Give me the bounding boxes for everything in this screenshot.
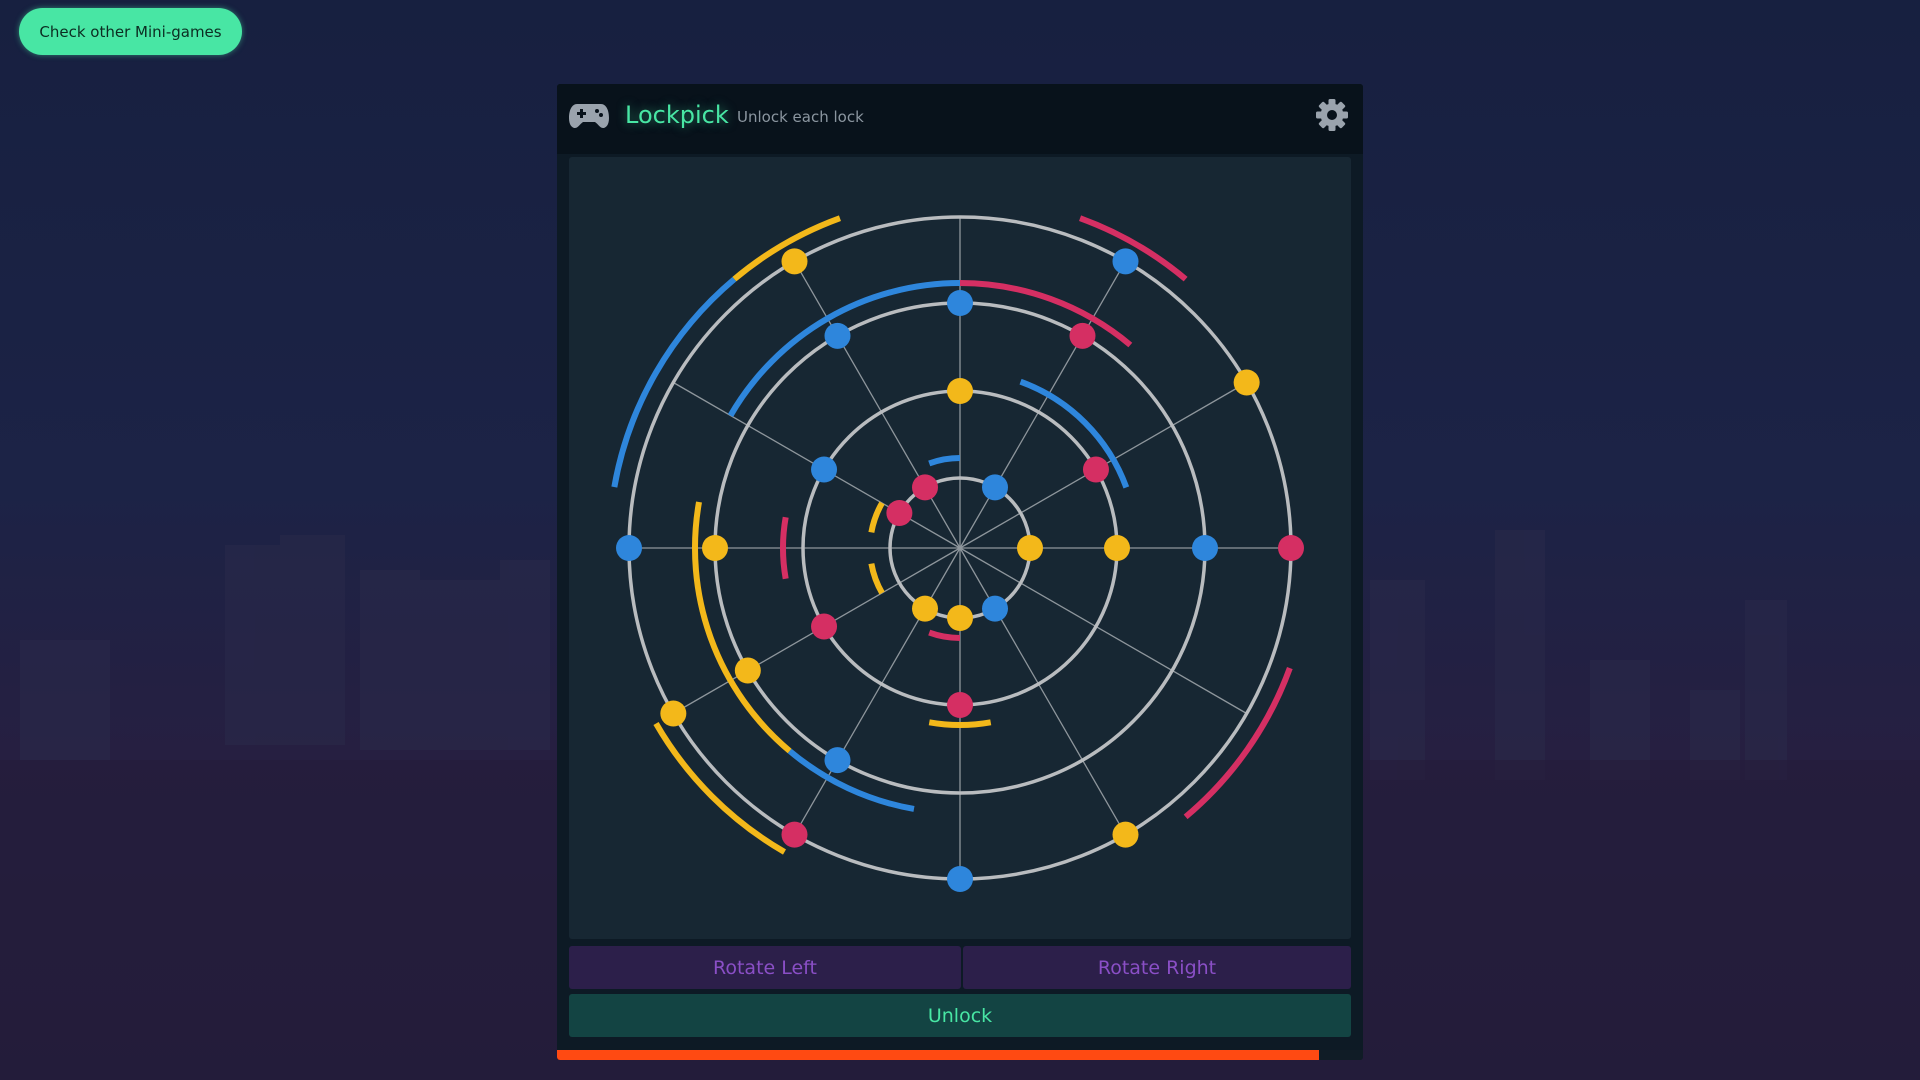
lock-pin-blue	[947, 290, 973, 316]
unlock-button[interactable]: Unlock	[569, 994, 1351, 1037]
lock-pin-yellow	[912, 595, 938, 622]
lock-arc-red	[780, 516, 789, 580]
lock-pin-blue	[982, 474, 1008, 501]
lock-arc-yellow	[868, 501, 885, 533]
lock-pin-yellow	[947, 605, 973, 631]
timer-bar-fill	[557, 1050, 1319, 1060]
rotate-left-button[interactable]: Rotate Left	[569, 946, 961, 989]
rotate-right-button[interactable]: Rotate Right	[963, 946, 1351, 989]
timer-bar	[557, 1050, 1363, 1060]
lock-arc-yellow	[928, 719, 992, 728]
lockpick-panel: Lockpick Unlock each lock Rotate Left Ro…	[557, 84, 1363, 1060]
gear-icon[interactable]	[1315, 98, 1349, 132]
lock-pin-yellow	[734, 657, 761, 684]
lock-arc-blue	[787, 748, 915, 812]
lock-arc-blue	[1019, 378, 1130, 489]
lock-pin-blue	[824, 322, 851, 349]
lock-arc-yellow	[653, 721, 787, 855]
lock-pin-red	[1082, 456, 1109, 483]
lock-pin-blue	[1112, 248, 1139, 275]
lock-arc-blue	[928, 455, 961, 467]
check-other-mini-games-button[interactable]: Check other Mini-games	[19, 8, 242, 55]
lock-pin-yellow	[1112, 821, 1139, 848]
lock-pin-blue	[1192, 535, 1218, 561]
lock-pin-yellow	[781, 248, 808, 275]
lock-arc-red	[1183, 667, 1293, 820]
lock-pin-red	[912, 474, 938, 501]
lock-pin-red	[1069, 322, 1096, 349]
lock-arc-yellow	[868, 563, 885, 595]
lock-pin-blue	[824, 747, 851, 774]
lock-pin-yellow	[1104, 535, 1130, 561]
lock-pin-blue	[616, 535, 642, 561]
panel-header: Lockpick Unlock each lock	[557, 84, 1363, 154]
lock-board	[569, 157, 1351, 939]
lock-diagram	[611, 215, 1304, 892]
lock-arc-red	[928, 629, 961, 641]
lock-pin-red	[781, 821, 808, 848]
lock-pin-yellow	[1233, 369, 1260, 396]
lock-pin-blue	[982, 595, 1008, 622]
lock-pin-red	[1278, 535, 1304, 561]
lock-pin-yellow	[947, 378, 973, 404]
lock-pin-red	[947, 692, 973, 718]
gamepad-icon	[569, 104, 609, 128]
lock-pin-blue	[947, 866, 973, 892]
lock-arc-red	[959, 280, 1133, 348]
lock-pin-yellow	[660, 700, 687, 727]
lock-pin-yellow	[1017, 535, 1043, 561]
lock-pin-blue	[811, 456, 838, 483]
lock-pin-red	[886, 500, 913, 526]
lock-pin-red	[811, 613, 838, 640]
lock-pin-yellow	[702, 535, 728, 561]
page-title: Lockpick	[625, 101, 729, 129]
page-subtitle: Unlock each lock	[737, 108, 864, 126]
